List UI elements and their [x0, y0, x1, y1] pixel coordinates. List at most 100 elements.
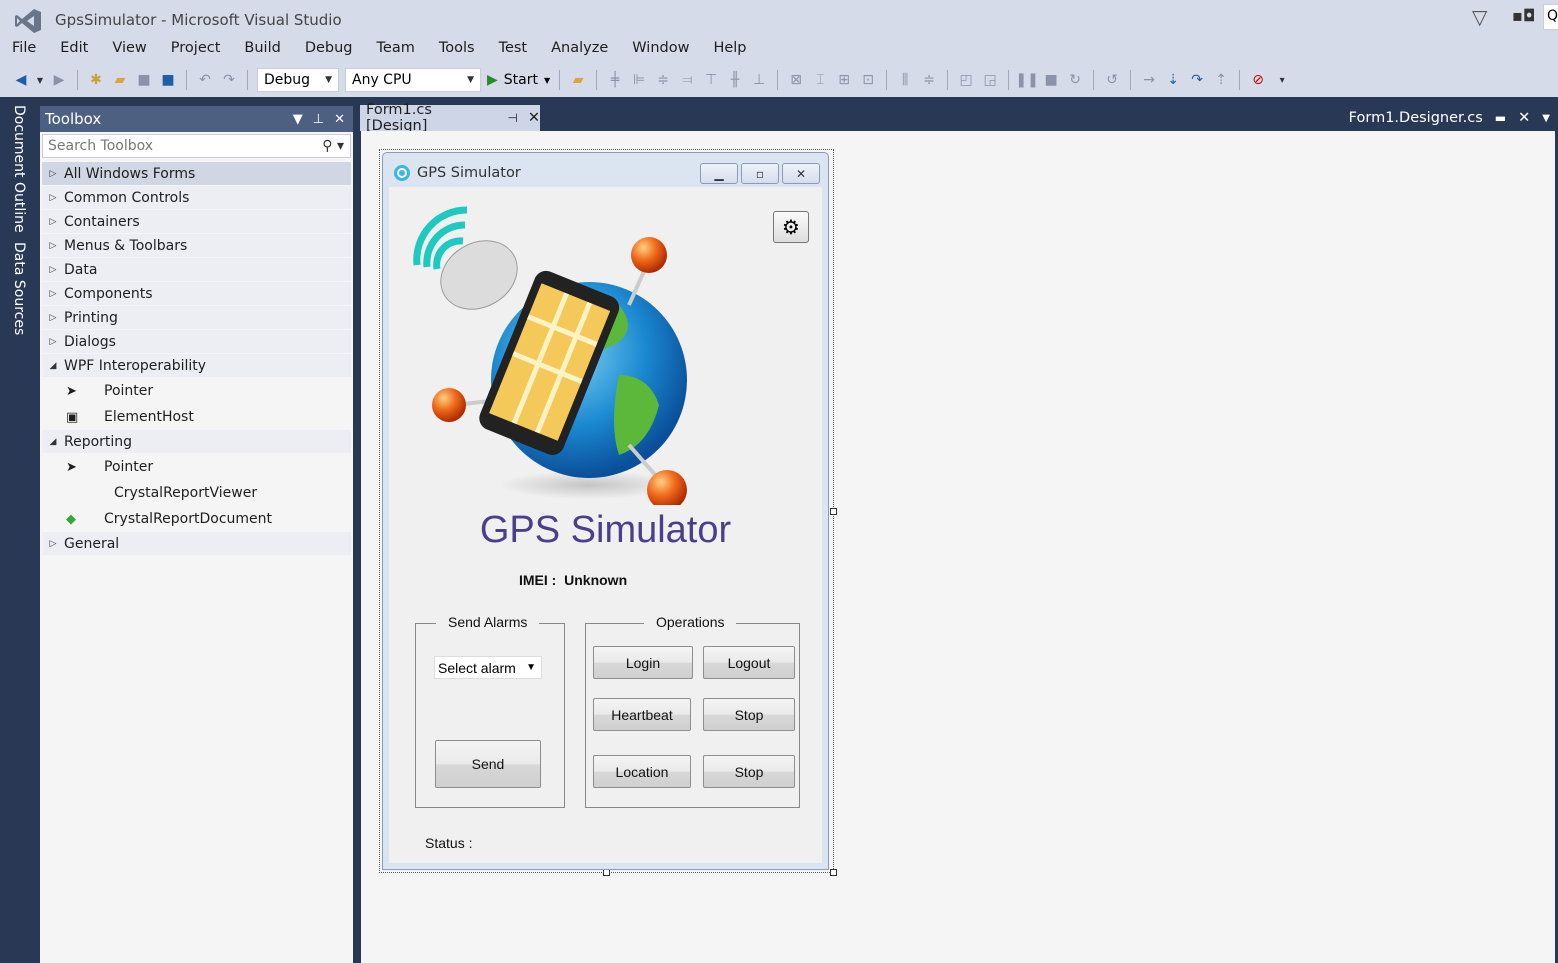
stop-location-button[interactable]: Stop [703, 755, 795, 788]
undo-icon[interactable]: ↶ [196, 71, 214, 89]
redo-icon[interactable]: ↷ [220, 71, 238, 89]
align-center-icon[interactable]: ≑ [654, 71, 672, 89]
align-bottom-icon[interactable]: ⊥ [750, 71, 768, 89]
align-icon[interactable]: ╪ [606, 71, 624, 89]
close-icon[interactable]: ✕ [334, 112, 345, 127]
save-icon[interactable]: ■ [135, 71, 153, 89]
step-over-icon[interactable]: ↷ [1188, 71, 1206, 89]
tab-form1-design[interactable]: Form1.cs [Design] ⊣ ✕ [360, 102, 540, 134]
collapsed-arrow-icon[interactable]: ▷ [42, 193, 64, 203]
same-size-icon[interactable]: ⊞ [835, 71, 853, 89]
send-button[interactable]: Send [435, 740, 541, 788]
send-back-icon[interactable]: ◲ [981, 71, 999, 89]
stop-heartbeat-button[interactable]: Stop [703, 698, 795, 731]
toolbox-category-common-controls[interactable]: ▷ Common Controls [42, 186, 351, 210]
menu-file[interactable]: File [0, 40, 48, 56]
menu-debug[interactable]: Debug [293, 40, 365, 56]
menu-view[interactable]: View [100, 40, 158, 56]
tab-form1-designer[interactable]: Form1.Designer.cs ▬ ✕ ▼ [1349, 105, 1550, 131]
toolbox-category-wpf-interoperability[interactable]: ◢ WPF Interoperability [42, 354, 351, 378]
collapsed-arrow-icon[interactable]: ▷ [42, 241, 64, 251]
same-height-icon[interactable]: ⌶ [811, 71, 829, 89]
toolbox-category-containers[interactable]: ▷ Containers [42, 210, 351, 234]
same-width-icon[interactable]: ⊠ [787, 71, 805, 89]
stop-icon[interactable]: ■ [1042, 71, 1060, 89]
pin-icon[interactable]: ⊥ [313, 112, 324, 127]
menu-test[interactable]: Test [487, 40, 540, 56]
collapsed-arrow-icon[interactable]: ▷ [42, 169, 64, 179]
platform-dropdown[interactable]: Any CPU ▼ [345, 68, 481, 92]
expanded-arrow-icon[interactable]: ◢ [42, 361, 64, 371]
collapsed-arrow-icon[interactable]: ▷ [42, 337, 64, 347]
toolbar-overflow-icon[interactable]: ▾ [1273, 71, 1291, 89]
horizontal-spacing-icon[interactable]: ⫼ [896, 71, 914, 89]
toolbox-search-input[interactable]: Search Toolbox ⚲ ▾ [42, 134, 351, 158]
toolbox-item[interactable]: ▣ ElementHost [40, 404, 353, 430]
heartbeat-button[interactable]: Heartbeat [593, 698, 691, 731]
pin-icon[interactable]: ▬ [1495, 111, 1506, 125]
bring-front-icon[interactable]: ◰ [957, 71, 975, 89]
toolbox-item[interactable]: ➤ Pointer [40, 378, 353, 404]
toolbox-item[interactable]: ◆ CrystalReportDocument [40, 506, 353, 532]
toolbox-category-data[interactable]: ▷ Data [42, 258, 351, 282]
forward-icon[interactable]: ▶ [50, 71, 68, 89]
collapsed-arrow-icon[interactable]: ▷ [42, 265, 64, 275]
search-icon[interactable]: ⚲ ▾ [322, 138, 350, 154]
close-tab-icon[interactable]: ✕ [1518, 110, 1530, 126]
step-into-icon[interactable]: ⇣ [1164, 71, 1182, 89]
align-right-icon[interactable]: ⫤ [678, 71, 696, 89]
settings-button[interactable]: ⚙ [773, 211, 809, 243]
restart-icon[interactable]: ↻ [1066, 71, 1084, 89]
menu-window[interactable]: Window [620, 40, 701, 56]
resize-handle-bottom[interactable] [603, 869, 610, 876]
grid-icon[interactable]: ⊡ [859, 71, 877, 89]
minimize-button[interactable]: ▁ [700, 163, 738, 184]
toolbox-item[interactable]: ➤ Pointer [40, 454, 353, 480]
breakpoints-icon[interactable]: ⊘ [1249, 71, 1267, 89]
gps-simulator-form[interactable]: GPS Simulator ▁ ▫ ✕ ⚙ GPS Simulator IMEI… [382, 152, 829, 870]
new-project-icon[interactable]: ✱ [87, 71, 105, 89]
feedback-icon[interactable]: ▪◘ [1512, 6, 1536, 25]
collapsed-arrow-icon[interactable]: ▷ [42, 539, 64, 549]
menu-build[interactable]: Build [232, 40, 292, 56]
toolbox-category-printing[interactable]: ▷ Printing [42, 306, 351, 330]
menu-help[interactable]: Help [701, 40, 758, 56]
quick-launch-input[interactable]: Q [1543, 4, 1558, 30]
toolbox-category-all-windows-forms[interactable]: ▷ All Windows Forms [42, 162, 351, 186]
login-button[interactable]: Login [593, 646, 693, 679]
align-middle-icon[interactable]: ╫ [726, 71, 744, 89]
arrow-right-icon[interactable]: → [1140, 71, 1158, 89]
menu-tools[interactable]: Tools [427, 40, 487, 56]
close-button[interactable]: ✕ [782, 163, 820, 184]
collapsed-arrow-icon[interactable]: ▷ [42, 289, 64, 299]
filter-icon[interactable]: ▽ [1472, 5, 1487, 29]
close-tab-icon[interactable]: ✕ [528, 110, 540, 126]
collapsed-arrow-icon[interactable]: ▷ [42, 217, 64, 227]
menu-analyze[interactable]: Analyze [539, 40, 620, 56]
toolbox-category-reporting[interactable]: ◢ Reporting [42, 430, 351, 454]
logout-button[interactable]: Logout [703, 646, 795, 679]
tab-list-dropdown-icon[interactable]: ▼ [1542, 113, 1550, 124]
start-button[interactable]: ▶ Start ▼ [487, 72, 550, 88]
back-icon[interactable]: ◀ [12, 71, 30, 89]
menu-project[interactable]: Project [159, 40, 233, 56]
find-in-files-icon[interactable]: ▰ [569, 71, 587, 89]
collapsed-arrow-icon[interactable]: ▷ [42, 313, 64, 323]
menu-team[interactable]: Team [365, 40, 427, 56]
toolbox-category-components[interactable]: ▷ Components [42, 282, 351, 306]
vertical-spacing-icon[interactable]: ≑ [920, 71, 938, 89]
toolbox-category-menus-toolbars[interactable]: ▷ Menus & Toolbars [42, 234, 351, 258]
tab-document-outline[interactable]: Document Outline [11, 105, 27, 233]
resize-handle-right[interactable] [830, 508, 837, 515]
show-next-statement-icon[interactable]: ↺ [1103, 71, 1121, 89]
configuration-dropdown[interactable]: Debug ▼ [257, 68, 339, 92]
menu-edit[interactable]: Edit [48, 40, 100, 56]
dropdown-icon[interactable]: ▼ [293, 112, 303, 127]
tab-data-sources[interactable]: Data Sources [11, 242, 27, 335]
toolbox-category-general[interactable]: ▷ General [42, 532, 351, 556]
expanded-arrow-icon[interactable]: ◢ [42, 437, 64, 447]
toolbox-item[interactable]: CrystalReportViewer [40, 480, 353, 506]
save-all-icon[interactable]: ■ [159, 71, 177, 89]
pause-icon[interactable]: ❚❚ [1015, 71, 1038, 89]
alarm-select[interactable]: Select alarm ▼ [434, 656, 542, 679]
